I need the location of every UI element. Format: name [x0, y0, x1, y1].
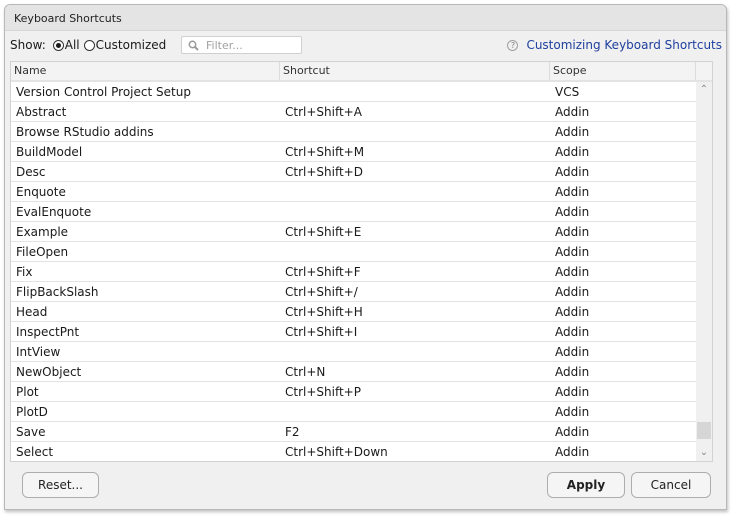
radio-all-label: All [64, 38, 80, 52]
cell-shortcut[interactable]: Ctrl+Shift+I [280, 325, 550, 339]
filter-box[interactable] [181, 36, 302, 54]
cell-shortcut[interactable]: Ctrl+Shift+E [280, 225, 550, 239]
radio-customized-label: Customized [95, 38, 167, 52]
table-header: Name Shortcut Scope [11, 62, 712, 82]
cell-name: FileOpen [16, 244, 69, 259]
question-circle-icon: ? [507, 39, 519, 51]
apply-button[interactable]: Apply [547, 472, 625, 498]
cell-name: Save [16, 424, 46, 439]
table-row[interactable]: PlotD Addin [11, 402, 696, 422]
help-link-label[interactable]: Customizing Keyboard Shortcuts [526, 38, 722, 52]
reset-button[interactable]: Reset... [22, 472, 99, 498]
show-label: Show: [10, 38, 46, 52]
cell-name: Enquote [16, 184, 66, 199]
cell-scope: Addin [555, 204, 590, 219]
cell-scope: Addin [555, 164, 590, 179]
table-row[interactable]: Enquote Addin [11, 182, 696, 202]
cell-shortcut[interactable]: Ctrl+Shift+Down [280, 445, 550, 459]
cell-name: EvalEnquote [16, 204, 92, 219]
cell-scope: Addin [555, 344, 590, 359]
table-row[interactable]: NewObject Ctrl+N Addin [11, 362, 696, 382]
cell-name: Select [16, 444, 54, 459]
cell-name: NewObject [16, 364, 82, 379]
cell-scope: Addin [555, 384, 590, 399]
table-row[interactable]: Abstract Ctrl+Shift+A Addin [11, 102, 696, 122]
cell-scope: Addin [555, 424, 590, 439]
radio-customized-indicator[interactable] [83, 39, 95, 51]
table-row[interactable]: IntView Addin [11, 342, 696, 362]
cell-name: Browse RStudio addins [16, 124, 154, 139]
table-row[interactable]: FlipBackSlash Ctrl+Shift+/ Addin [11, 282, 696, 302]
cell-shortcut[interactable]: Ctrl+N [280, 365, 550, 379]
radio-all-indicator[interactable] [52, 39, 64, 51]
search-icon [188, 40, 199, 51]
cell-name: Example [16, 224, 69, 239]
table-row[interactable]: Head Ctrl+Shift+H Addin [11, 302, 696, 322]
cell-shortcut[interactable]: Ctrl+Shift+A [280, 105, 550, 119]
cell-shortcut[interactable]: Ctrl+Shift+/ [280, 285, 550, 299]
column-header-scope[interactable]: Scope [550, 62, 696, 80]
table-row[interactable]: Example Ctrl+Shift+E Addin [11, 222, 696, 242]
table-row[interactable]: InspectPnt Ctrl+Shift+I Addin [11, 322, 696, 342]
cell-shortcut[interactable]: Ctrl+Shift+H [280, 305, 550, 319]
chevron-up-icon[interactable]: ⌃ [696, 82, 712, 98]
cell-scope: Addin [555, 124, 590, 139]
table-row[interactable]: BuildModel Ctrl+Shift+M Addin [11, 142, 696, 162]
chevron-down-icon[interactable]: ⌄ [696, 445, 712, 461]
cell-scope: Addin [555, 244, 590, 259]
radio-customized[interactable]: Customized [83, 38, 167, 52]
cell-name: Version Control Project Setup [16, 84, 191, 99]
cell-scope: VCS [555, 84, 580, 99]
show-filter-group: Show: All Customized [10, 38, 166, 52]
table-row[interactable]: Fix Ctrl+Shift+F Addin [11, 262, 696, 282]
cell-scope: Addin [555, 444, 590, 459]
cell-name: FlipBackSlash [16, 284, 99, 299]
table-row[interactable]: FileOpen Addin [11, 242, 696, 262]
cell-name: IntView [16, 344, 61, 359]
table-row[interactable]: Select Ctrl+Shift+Down Addin [11, 442, 696, 461]
cell-name: Plot [16, 384, 39, 399]
cell-scope: Addin [555, 104, 590, 119]
title-bar: Keyboard Shortcuts [5, 5, 726, 31]
cell-scope: Addin [555, 264, 590, 279]
cell-shortcut[interactable]: F2 [280, 425, 550, 439]
vertical-scrollbar[interactable]: ⌃ ⌄ [696, 82, 712, 461]
cell-scope: Addin [555, 364, 590, 379]
radio-all[interactable]: All [52, 38, 80, 52]
shortcuts-table: Name Shortcut Scope Version Control Proj… [10, 61, 713, 462]
cancel-button[interactable]: Cancel [631, 472, 711, 498]
cell-name: Desc [16, 164, 46, 179]
cell-name: BuildModel [16, 144, 83, 159]
cell-name: InspectPnt [16, 324, 80, 339]
help-link[interactable]: ? Customizing Keyboard Shortcuts [507, 38, 722, 52]
cell-name: Head [16, 304, 48, 319]
cell-name: PlotD [16, 404, 48, 419]
cell-scope: Addin [555, 284, 590, 299]
table-row[interactable]: Desc Ctrl+Shift+D Addin [11, 162, 696, 182]
cell-scope: Addin [555, 404, 590, 419]
table-row[interactable]: Browse RStudio addins Addin [11, 122, 696, 142]
cell-name: Fix [16, 264, 33, 279]
column-header-shortcut[interactable]: Shortcut [280, 62, 550, 80]
cell-scope: Addin [555, 184, 590, 199]
cell-scope: Addin [555, 324, 590, 339]
cell-shortcut[interactable]: Ctrl+Shift+F [280, 265, 550, 279]
table-row[interactable]: EvalEnquote Addin [11, 202, 696, 222]
cell-name: Abstract [16, 104, 67, 119]
cell-shortcut[interactable]: Ctrl+Shift+D [280, 165, 550, 179]
scrollbar-thumb[interactable] [697, 422, 711, 439]
table-row[interactable]: Plot Ctrl+Shift+P Addin [11, 382, 696, 402]
cell-shortcut[interactable]: Ctrl+Shift+P [280, 385, 550, 399]
table-body: Version Control Project Setup VCS Abstract… [11, 82, 696, 461]
cell-scope: Addin [555, 224, 590, 239]
table-row[interactable]: Save F2 Addin [11, 422, 696, 442]
cell-scope: Addin [555, 304, 590, 319]
column-header-name[interactable]: Name [11, 62, 280, 80]
table-row[interactable]: Version Control Project Setup VCS [11, 82, 696, 102]
cell-shortcut[interactable]: Ctrl+Shift+M [280, 145, 550, 159]
filter-input[interactable] [206, 38, 294, 52]
dialog-title: Keyboard Shortcuts [14, 12, 122, 25]
cell-scope: Addin [555, 144, 590, 159]
